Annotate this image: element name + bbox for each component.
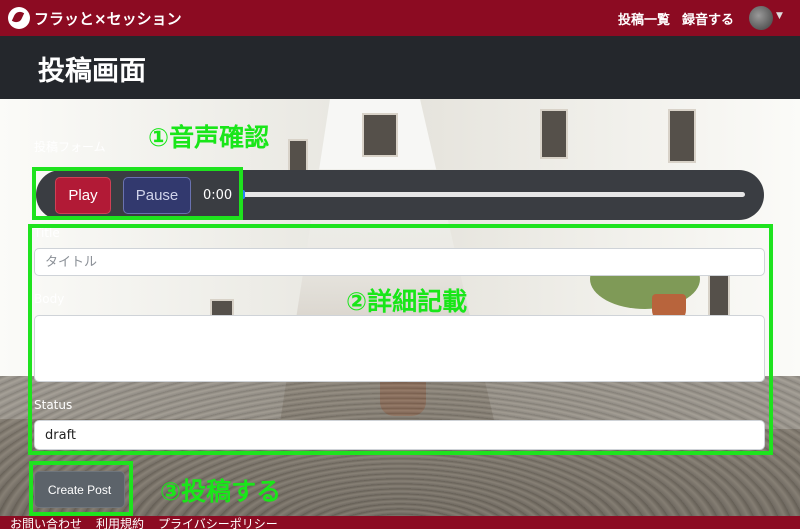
page-header: 投稿画面 [0,36,800,99]
form-label: 投稿フォーム [34,140,106,154]
annotation-step1: ①音声確認 [148,123,270,152]
avatar[interactable] [749,6,773,30]
footer-links: お問い合わせ 利用規約 プライバシーポリシー [10,515,278,529]
annotation-step2: ②詳細記載 [346,287,468,316]
audio-progress-track[interactable] [243,192,745,197]
nav-link-posts[interactable]: 投稿一覧 [618,9,670,28]
navbar: フラッと×セッション 投稿一覧 録音する ▼ [0,0,800,36]
highlight-box-step3 [29,461,133,516]
annotation-step3: ③投稿する [160,477,282,506]
brand-name: フラッと×セッション [34,9,182,28]
footer-link-privacy[interactable]: プライバシーポリシー [158,515,278,529]
nav-link-record[interactable]: 録音する [682,9,734,28]
footer: お問い合わせ 利用規約 プライバシーポリシー [0,516,800,529]
window [540,109,568,159]
window [668,109,696,163]
nav-links: 投稿一覧 録音する [618,9,734,28]
page-title: 投稿画面 [38,56,146,87]
highlight-box-step1 [32,167,243,220]
highlight-box-step2 [28,224,773,455]
brand[interactable]: フラッと×セッション [8,7,182,29]
footer-link-terms[interactable]: 利用規約 [96,515,144,529]
window [362,113,398,157]
brand-logo-icon [8,7,30,29]
footer-link-contact[interactable]: お問い合わせ [10,515,82,529]
chevron-down-icon[interactable]: ▼ [776,11,783,21]
